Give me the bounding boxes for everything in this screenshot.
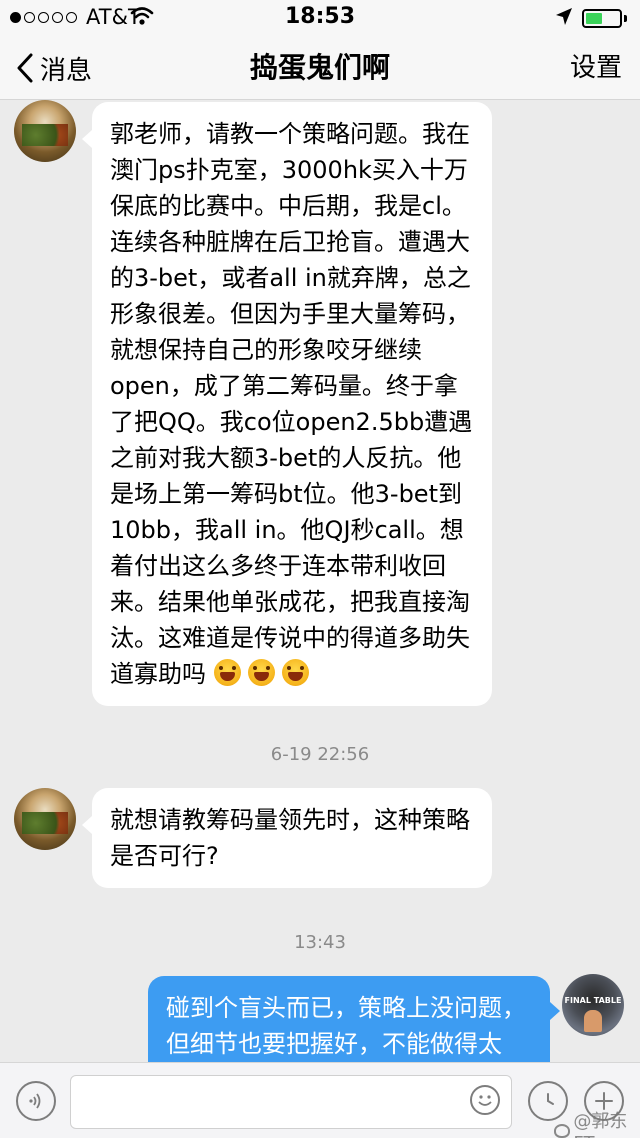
- settings-button[interactable]: 设置: [570, 36, 622, 100]
- message-line: 连续各种脏牌在后卫抢盲。遭遇大: [110, 228, 470, 256]
- voice-icon: [29, 1093, 41, 1109]
- message-line: 的3-bet，或者all in就弃牌，总之: [110, 264, 471, 292]
- chat-list[interactable]: 郭老师，请教一个策略问题。我在 澳门ps扑克室，3000hk买入十万 保底的比赛…: [0, 100, 640, 1062]
- sender-avatar[interactable]: [14, 788, 76, 850]
- watermark-text: @郭东FT: [573, 1111, 628, 1138]
- timestamp: 6-19 22:56: [270, 744, 370, 765]
- message-line: 了把QQ。我co位open2.5bb遭遇: [110, 408, 473, 436]
- message-line: 但细节也要把握好，不能做得太: [166, 1030, 502, 1058]
- message-line-last: 道寡助吗: [110, 656, 474, 692]
- message-line: 就想保持自己的形象咬牙继续: [110, 336, 422, 364]
- message-line: 碰到个盲头而已，策略上没问题，: [166, 994, 526, 1022]
- back-button[interactable]: 消息: [16, 36, 92, 100]
- message-input[interactable]: [70, 1075, 512, 1129]
- message-line: 澳门ps扑克室，3000hk买入十万: [110, 156, 468, 184]
- grinning-face-emoji-icon: [281, 659, 309, 686]
- grinning-face-emoji-icon: [213, 659, 241, 686]
- emoji-icon: [478, 1095, 492, 1106]
- message-bubble-outgoing[interactable]: 碰到个盲头而已，策略上没问题， 但细节也要把握好，不能做得太: [148, 976, 550, 1062]
- battery-level: [586, 13, 602, 24]
- emoji-button[interactable]: [470, 1085, 500, 1115]
- bubble-tail: [550, 1002, 560, 1020]
- message-line: 汰。这难道是传说中的得道多助失: [110, 624, 470, 652]
- message-line: 郭老师，请教一个策略问题。我在: [110, 120, 470, 148]
- message-text: 道寡助吗: [110, 660, 206, 688]
- status-bar: AT&T 18:53: [0, 0, 640, 36]
- message-line: 10bb，我all in。他QJ秒call。想: [110, 516, 464, 544]
- grinning-face-emoji-icon: [247, 659, 275, 686]
- my-avatar[interactable]: [562, 974, 624, 1036]
- message-line: 是否可行?: [110, 842, 219, 870]
- message-line: 就想请教筹码量领先时，这种策略: [110, 806, 470, 834]
- watermark: @郭东FT: [554, 1107, 640, 1138]
- status-time: 18:53: [284, 4, 356, 29]
- message-line: open，成了第二筹码量。终于拿: [110, 372, 458, 400]
- message-line: 着付出这么多终于连本带利收回: [110, 552, 446, 580]
- location-arrow-icon: [555, 7, 573, 33]
- message-line: 形象很差。但因为手里大量筹码，: [110, 300, 470, 328]
- message-line: 来。结果他单张成花，把我直接淘: [110, 588, 470, 616]
- back-chevron-icon: [17, 53, 33, 83]
- message-line: 之前对我大额3-bet的人反抗。他: [110, 444, 462, 472]
- bubble-tail: [82, 130, 92, 148]
- battery-cap: [624, 15, 627, 22]
- bubble-tail: [82, 816, 92, 834]
- navigation-bar: 消息 捣蛋鬼们啊 设置: [0, 36, 640, 100]
- chat-title: 捣蛋鬼们啊: [249, 51, 390, 84]
- message-bubble-incoming[interactable]: 郭老师，请教一个策略问题。我在 澳门ps扑克室，3000hk买入十万 保底的比赛…: [92, 102, 492, 706]
- timestamp: 13:43: [294, 932, 346, 953]
- message-line: 保底的比赛中。中后期，我是cl。: [110, 192, 466, 220]
- message-bubble-incoming[interactable]: 就想请教筹码量领先时，这种策略 是否可行?: [92, 788, 492, 888]
- message-line: 是场上第一筹码bt位。他3-bet到: [110, 480, 462, 508]
- sender-avatar[interactable]: [14, 100, 76, 162]
- weibo-logo-icon: [554, 1123, 571, 1138]
- voice-button[interactable]: [16, 1081, 56, 1121]
- back-label: 消息: [40, 55, 93, 86]
- input-toolbar: [0, 1062, 640, 1138]
- battery-icon: [582, 9, 622, 28]
